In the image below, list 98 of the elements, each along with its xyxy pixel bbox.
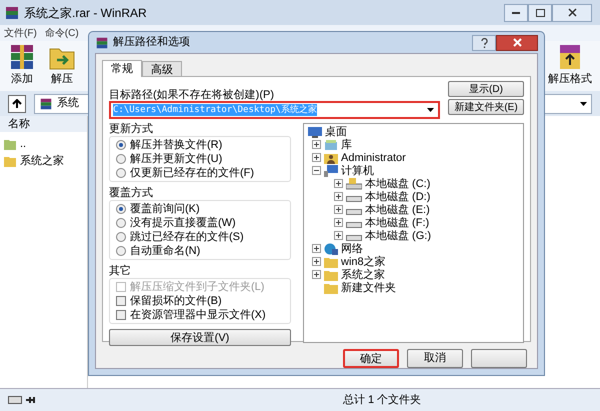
- up-arrow-icon: [12, 98, 22, 108]
- tree-item[interactable]: 本地磁盘 (G:): [365, 230, 431, 242]
- help-icon: [480, 38, 488, 48]
- checkbox[interactable]: [116, 310, 126, 320]
- maximize-button[interactable]: [528, 4, 552, 22]
- folder-icon: [324, 268, 338, 280]
- option-label: 仅更新已经存在的文件(F): [130, 166, 254, 181]
- tab[interactable]: 高级: [142, 61, 182, 76]
- option-label: 解压并替换文件(R): [130, 138, 222, 152]
- option-label: 跳过已经存在的文件(S): [130, 230, 244, 245]
- option-label: 解压并更新文件(U): [130, 152, 222, 166]
- menu-item[interactable]: 命令(C): [44, 26, 79, 40]
- expander-icon[interactable]: [312, 257, 321, 266]
- help-button[interactable]: [472, 34, 496, 50]
- menu-item[interactable]: 文件(F): [4, 26, 37, 40]
- tree-item[interactable]: 本地磁盘 (F:): [365, 216, 430, 228]
- radio-button[interactable]: [116, 218, 126, 228]
- radio-button[interactable]: [116, 204, 126, 214]
- radio-button[interactable]: [116, 246, 126, 256]
- group-title: 其它: [109, 265, 132, 278]
- minimize-button[interactable]: [504, 4, 528, 22]
- maximize-icon: [536, 8, 544, 16]
- books-icon: [39, 96, 53, 110]
- expander-icon[interactable]: [334, 218, 343, 227]
- expander-icon[interactable]: [312, 166, 321, 175]
- books-icon: [95, 36, 109, 50]
- tree-item[interactable]: 本地磁盘 (C:): [365, 178, 430, 190]
- tree-item[interactable]: 库: [341, 138, 352, 150]
- books-icon: [4, 4, 20, 20]
- dialog-title: 解压路径和选项: [113, 35, 190, 50]
- file-name[interactable]: ..: [20, 136, 26, 153]
- radio-button[interactable]: [116, 168, 126, 178]
- option-label: 解压压缩文件到子文件夹(L): [130, 280, 264, 294]
- toolbar-button[interactable]: 解压: [44, 42, 80, 87]
- new-folder-button[interactable]: 新建文件夹(E): [448, 99, 524, 115]
- radio-button[interactable]: [116, 154, 126, 164]
- tree-item[interactable]: 本地磁盘 (E:): [365, 204, 430, 216]
- tab[interactable]: 常规: [102, 60, 142, 77]
- blank-button[interactable]: [471, 349, 527, 368]
- globe-icon: [324, 242, 338, 254]
- show-button[interactable]: 显示(D): [448, 81, 524, 97]
- radio-button[interactable]: [116, 140, 126, 150]
- toolbar-label: 添加: [11, 72, 33, 86]
- expander-icon[interactable]: [334, 179, 343, 188]
- group-title: 更新方式: [109, 123, 154, 136]
- expander-icon[interactable]: [334, 205, 343, 214]
- window-title: 系统之家.rar - WinRAR: [24, 4, 147, 22]
- folder-icon: [324, 256, 338, 268]
- tree-item[interactable]: 新建文件夹: [341, 282, 396, 294]
- toolbar-label: 解压格式: [548, 72, 592, 86]
- monitor-icon: [308, 126, 322, 138]
- expander-icon[interactable]: [334, 231, 343, 240]
- expander-icon[interactable]: [334, 192, 343, 201]
- minimize-icon: [512, 11, 520, 14]
- tree-item[interactable]: 网络: [341, 242, 363, 254]
- user-folder-icon: [324, 152, 338, 164]
- tree-item[interactable]: 系统之家: [341, 268, 385, 280]
- option-label: 覆盖前询问(K): [130, 202, 200, 216]
- checkbox[interactable]: [116, 296, 126, 306]
- close-icon: [512, 38, 522, 47]
- option-label: 在资源管理器中显示文件(X): [130, 308, 266, 323]
- address-text: 系统: [57, 96, 79, 112]
- close-button[interactable]: [552, 4, 592, 22]
- expander-icon[interactable]: [312, 153, 321, 162]
- file-name[interactable]: 系统之家: [20, 153, 64, 170]
- tree-item[interactable]: win8之家: [341, 256, 386, 268]
- computer-icon: [324, 164, 338, 176]
- option-label: 没有提示直接覆盖(W): [130, 216, 236, 230]
- tree-item[interactable]: 桌面: [325, 126, 347, 138]
- drive-icon: [346, 178, 362, 190]
- cancel-button[interactable]: 取消: [407, 349, 463, 368]
- tree-item[interactable]: 本地磁盘 (D:): [365, 190, 430, 202]
- status-text: 总计 1 个文件夹: [343, 392, 422, 408]
- ok-button[interactable]: 确定: [343, 349, 399, 368]
- tree-item[interactable]: Administrator: [341, 152, 406, 164]
- dropdown-caret-icon: [427, 108, 434, 112]
- radio-button[interactable]: [116, 232, 126, 242]
- tree-item[interactable]: 计算机: [341, 164, 374, 176]
- folder-icon: [4, 156, 16, 167]
- library-icon: [324, 138, 338, 150]
- toolbar-button[interactable]: 添加: [4, 42, 40, 87]
- drive-key-icon: [8, 395, 38, 405]
- group-title: 覆盖方式: [109, 187, 154, 200]
- save-settings-button[interactable]: 保存设置(V): [109, 329, 291, 346]
- toolbar-label: 解压: [51, 72, 73, 86]
- close-icon: [568, 8, 576, 17]
- option-label: 保留损坏的文件(B): [130, 294, 222, 309]
- folder-icon: [324, 282, 338, 294]
- expander-icon[interactable]: [312, 270, 321, 279]
- expander-icon[interactable]: [312, 140, 321, 149]
- expander-icon[interactable]: [312, 244, 321, 253]
- close-button[interactable]: [496, 34, 538, 50]
- folder-icon: [4, 139, 16, 150]
- field-label: 目标路径(如果不存在将被创建)(P): [109, 88, 275, 101]
- dropdown-caret-icon: [580, 102, 587, 106]
- column-header[interactable]: 名称: [0, 116, 87, 132]
- up-folder-button[interactable]: [8, 94, 26, 112]
- option-label: 自动重命名(N): [130, 244, 200, 259]
